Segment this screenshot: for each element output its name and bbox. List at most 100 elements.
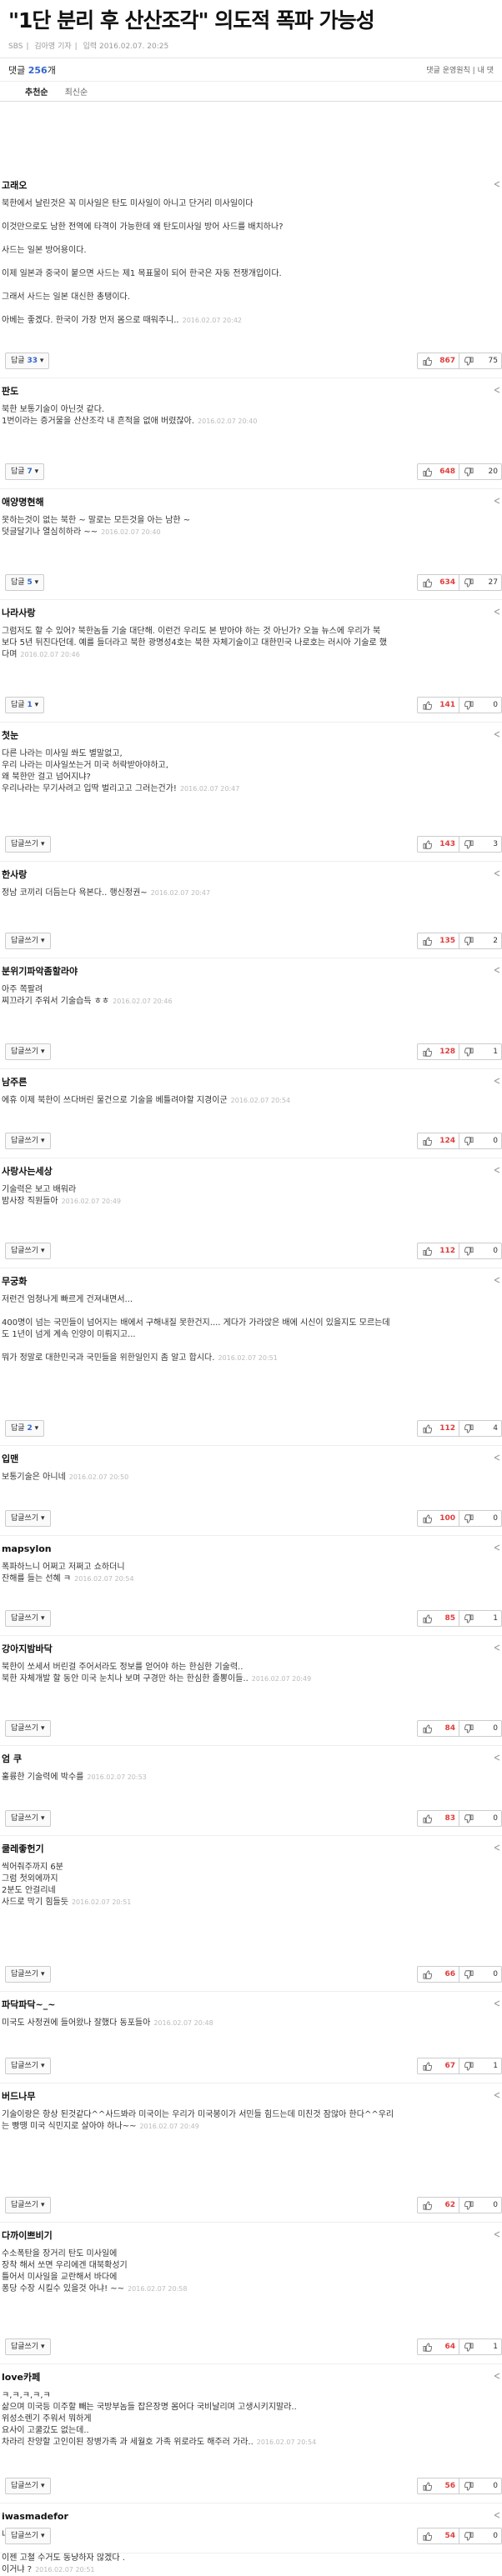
- comment-policy-link[interactable]: 댓글 운영원칙 | 내 댓: [426, 64, 494, 75]
- comment-author[interactable]: 엄 쿠: [0, 1753, 502, 1766]
- share-icon[interactable]: [494, 387, 500, 393]
- reply-button[interactable]: 답글 7 ▾: [5, 463, 45, 480]
- share-icon[interactable]: [494, 2373, 500, 2379]
- share-icon[interactable]: [494, 731, 500, 738]
- comment-author[interactable]: 사랑사는세상: [0, 1165, 502, 1178]
- share-icon[interactable]: [494, 870, 500, 877]
- like-button[interactable]: 67: [417, 2058, 459, 2074]
- comment-author[interactable]: 고래오: [0, 179, 502, 193]
- share-icon[interactable]: [494, 2000, 500, 2007]
- comment-author[interactable]: love카페: [0, 2371, 502, 2384]
- comment-author[interactable]: 분위기파악좀할라야: [0, 965, 502, 978]
- dislike-button[interactable]: 20: [459, 463, 502, 480]
- share-icon[interactable]: [494, 1277, 500, 1283]
- reply-button[interactable]: 답글 2 ▾: [5, 1420, 45, 1437]
- share-icon[interactable]: [494, 1454, 500, 1461]
- share-icon[interactable]: [494, 967, 500, 973]
- reply-button[interactable]: 답글쓰기 ▾: [5, 1510, 51, 1527]
- share-icon[interactable]: [494, 2092, 500, 2098]
- comment-author[interactable]: 다까이쁘비기: [0, 2229, 502, 2243]
- like-button[interactable]: 124: [417, 1133, 459, 1149]
- like-button[interactable]: 56: [417, 2478, 459, 2494]
- dislike-button[interactable]: 0: [459, 1133, 502, 1149]
- share-icon[interactable]: [494, 2512, 500, 2518]
- comment-author[interactable]: 나라사랑: [0, 607, 502, 620]
- comment-author[interactable]: 판도: [0, 385, 502, 398]
- dislike-button[interactable]: 0: [459, 2528, 502, 2544]
- comment-author[interactable]: 첫눈: [0, 729, 502, 743]
- share-icon[interactable]: [494, 1544, 500, 1551]
- like-button[interactable]: 112: [417, 1243, 459, 1259]
- reply-button[interactable]: 답글쓰기 ▾: [5, 2528, 51, 2544]
- like-button[interactable]: 66: [417, 1966, 459, 1983]
- dislike-button[interactable]: 0: [459, 1966, 502, 1983]
- dislike-button[interactable]: 0: [459, 1510, 502, 1527]
- share-icon[interactable]: [494, 1754, 500, 1761]
- dislike-button[interactable]: 3: [459, 836, 502, 853]
- reply-button[interactable]: 답글 5 ▾: [5, 574, 45, 591]
- dislike-button[interactable]: 0: [459, 1243, 502, 1259]
- like-button[interactable]: 100: [417, 1510, 459, 1527]
- dislike-button[interactable]: 1: [459, 2058, 502, 2074]
- reply-button[interactable]: 답글쓰기 ▾: [5, 2058, 51, 2074]
- comment-author[interactable]: 버드나무: [0, 2090, 502, 2103]
- reply-button[interactable]: 답글쓰기 ▾: [5, 933, 51, 949]
- comment-author[interactable]: 한사랑: [0, 868, 502, 882]
- reply-button[interactable]: 답글쓰기 ▾: [5, 1243, 51, 1259]
- comment-author[interactable]: mapsylon: [0, 1543, 502, 1556]
- reply-button[interactable]: 답글쓰기 ▾: [5, 1720, 51, 1737]
- comment-author[interactable]: 쿨레좋헌기: [0, 1843, 502, 1856]
- like-button[interactable]: 62: [417, 2197, 459, 2213]
- like-button[interactable]: 634: [417, 574, 459, 591]
- comment-author[interactable]: 파닥파닥~_~: [0, 1998, 502, 2012]
- share-icon[interactable]: [494, 498, 500, 504]
- like-button[interactable]: 84: [417, 1720, 459, 1737]
- reply-button[interactable]: 답글쓰기 ▾: [5, 1966, 51, 1983]
- dislike-button[interactable]: 2: [459, 933, 502, 949]
- reply-button[interactable]: 답글쓰기 ▾: [5, 2478, 51, 2494]
- share-icon[interactable]: [494, 1844, 500, 1851]
- dislike-button[interactable]: 1: [459, 1610, 502, 1627]
- comment-author[interactable]: 애양명현해: [0, 496, 502, 509]
- like-button[interactable]: 141: [417, 697, 459, 713]
- reply-button[interactable]: 답글 33 ▾: [5, 353, 50, 369]
- like-button[interactable]: 83: [417, 1810, 459, 1827]
- share-icon[interactable]: [494, 1167, 500, 1173]
- like-button[interactable]: 128: [417, 1043, 459, 1060]
- dislike-button[interactable]: 1: [459, 1043, 502, 1060]
- dislike-button[interactable]: 4: [459, 1420, 502, 1437]
- sort-latest-tab[interactable]: 최신순: [65, 85, 88, 98]
- reply-button[interactable]: 답글쓰기 ▾: [5, 836, 51, 853]
- dislike-button[interactable]: 0: [459, 697, 502, 713]
- dislike-button[interactable]: 0: [459, 1720, 502, 1737]
- like-button[interactable]: 143: [417, 836, 459, 853]
- comment-author[interactable]: 남주른: [0, 1076, 502, 1089]
- dislike-button[interactable]: 0: [459, 2478, 502, 2494]
- reply-button[interactable]: 답글쓰기 ▾: [5, 1133, 51, 1149]
- reply-button[interactable]: 답글 1 ▾: [5, 697, 45, 713]
- share-icon[interactable]: [494, 1644, 500, 1651]
- like-button[interactable]: 64: [417, 2338, 459, 2355]
- share-icon[interactable]: [494, 181, 500, 188]
- reply-button[interactable]: 답글쓰기 ▾: [5, 1043, 51, 1060]
- like-button[interactable]: 135: [417, 933, 459, 949]
- comment-author[interactable]: 입맨: [0, 1453, 502, 1466]
- reply-button[interactable]: 답글쓰기 ▾: [5, 2338, 51, 2355]
- dislike-button[interactable]: 0: [459, 2197, 502, 2213]
- like-button[interactable]: 54: [417, 2528, 459, 2544]
- comment-author[interactable]: iwasmadefor: [0, 2510, 502, 2523]
- comment-author[interactable]: 강아지밤바닥: [0, 1643, 502, 1656]
- like-button[interactable]: 867: [417, 353, 459, 369]
- share-icon[interactable]: [494, 2231, 500, 2238]
- like-button[interactable]: 85: [417, 1610, 459, 1627]
- sort-recommend-tab[interactable]: 추천순: [25, 85, 48, 98]
- like-button[interactable]: 648: [417, 463, 459, 480]
- comment-author[interactable]: 무궁화: [0, 1275, 502, 1288]
- share-icon[interactable]: [494, 1078, 500, 1084]
- article-source[interactable]: SBS: [8, 43, 23, 51]
- reply-button[interactable]: 답글쓰기 ▾: [5, 1810, 51, 1827]
- share-icon[interactable]: [494, 608, 500, 615]
- dislike-button[interactable]: 0: [459, 1810, 502, 1827]
- dislike-button[interactable]: 27: [459, 574, 502, 591]
- dislike-button[interactable]: 1: [459, 2338, 502, 2355]
